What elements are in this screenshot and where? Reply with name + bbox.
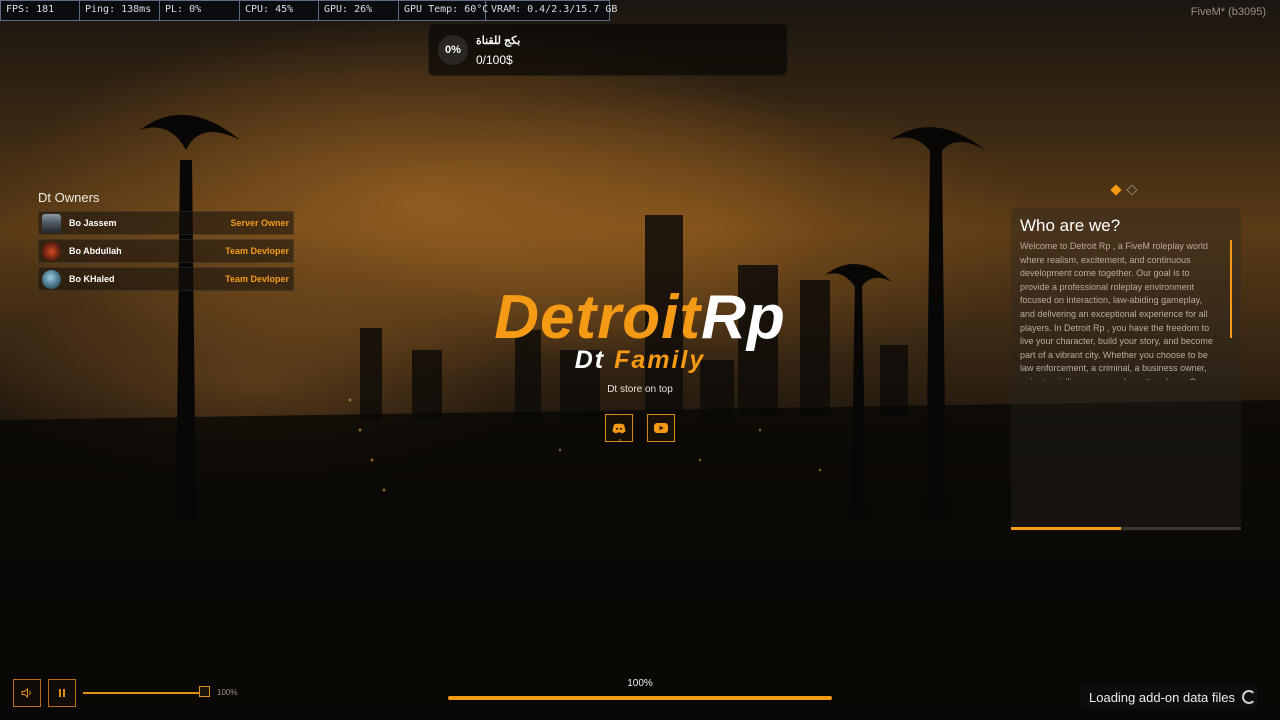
loading-status: Loading add-on data files [1081, 685, 1258, 709]
spinner-icon [1242, 690, 1257, 704]
about-slide-indicator [1110, 184, 1138, 196]
performance-overlay: FPS: 181 Ping: 138ms PL: 0% CPU: 45% GPU… [0, 0, 618, 21]
owner-row: Bo Jassem Server Owner [38, 211, 294, 235]
owner-role: Server Owner [230, 218, 289, 228]
logo-subtitle: Dt Family [470, 346, 810, 375]
loading-status-text: Loading add-on data files [1089, 689, 1236, 705]
mute-button[interactable] [13, 679, 41, 707]
volume-percent: 100% [217, 688, 238, 697]
owner-row: Bo KHaled Team Devloper [38, 267, 294, 291]
discord-icon [612, 423, 626, 433]
logo-part-family: Family [614, 346, 706, 374]
loading-percent: 100% [627, 678, 653, 689]
ping-readout: Ping: 138ms [80, 1, 160, 20]
about-title: Who are we? [1020, 216, 1121, 235]
server-logo: DetroitRp [470, 282, 810, 353]
logo-part-dt: Dt [574, 346, 606, 374]
donation-percent: 0% [438, 35, 468, 65]
slide-dot-active[interactable] [1110, 184, 1122, 196]
logo-part-rp: Rp [701, 283, 786, 352]
loading-progress-fill [448, 696, 832, 700]
slide-dot[interactable] [1126, 184, 1138, 196]
client-build-label: FiveM* (b3095) [1190, 6, 1266, 18]
speaker-icon [21, 688, 31, 698]
avatar [42, 214, 61, 233]
owners-title: Dt Owners [38, 190, 100, 205]
owner-role: Team Devloper [225, 246, 289, 256]
youtube-button[interactable] [647, 414, 675, 442]
avatar [42, 270, 61, 289]
gpu-temp-readout: GPU Temp: 60°C [399, 1, 488, 20]
pause-icon [59, 689, 65, 697]
volume-fill [83, 692, 205, 694]
cpu-readout: CPU: 45% [240, 1, 319, 20]
about-scrollbar[interactable] [1230, 240, 1232, 338]
donation-goal-card: 0% بكج للقناة 0/100$ [428, 23, 788, 76]
pause-button[interactable] [48, 679, 76, 707]
owner-name: Bo Abdullah [69, 246, 122, 256]
donation-title: بكج للقناة [476, 35, 521, 47]
avatar [42, 242, 61, 261]
volume-slider[interactable] [83, 692, 205, 694]
logo-part-detroit: Detroit [494, 283, 702, 352]
packet-loss-readout: PL: 0% [160, 1, 240, 20]
tagline: Dt store on top [607, 384, 673, 395]
fps-readout: FPS: 181 [1, 1, 80, 20]
gpu-readout: GPU: 26% [319, 1, 399, 20]
owner-name: Bo Jassem [69, 218, 117, 228]
about-text: Welcome to Detroit Rp , a FiveM roleplay… [1020, 241, 1213, 380]
owner-role: Team Devloper [225, 274, 289, 284]
discord-button[interactable] [605, 414, 633, 442]
owner-row: Bo Abdullah Team Devloper [38, 239, 294, 263]
youtube-icon [654, 423, 668, 433]
loading-progress-bar [448, 696, 832, 700]
about-slide-progress-fill [1011, 527, 1122, 530]
about-slide-progress [1011, 527, 1241, 530]
donation-amount: 0/100$ [476, 53, 513, 67]
volume-slider-handle[interactable] [199, 686, 210, 697]
owner-name: Bo KHaled [69, 274, 115, 284]
vram-readout: VRAM: 0.4/2.3/15.7 GB [491, 4, 618, 15]
